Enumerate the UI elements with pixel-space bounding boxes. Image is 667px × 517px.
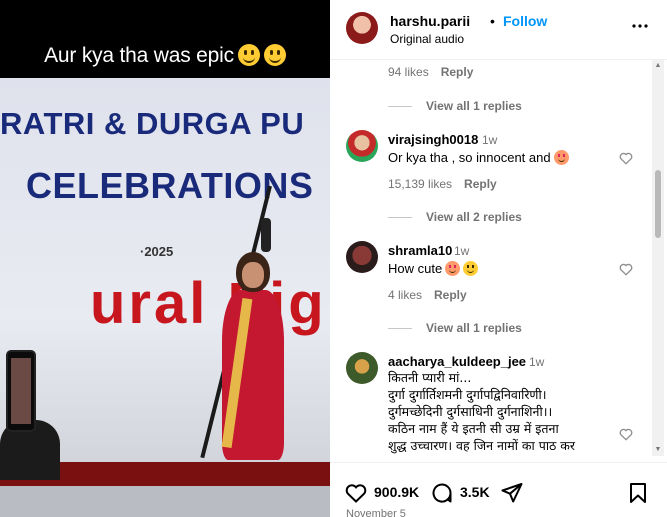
video-caption: Aur kya tha was epic — [0, 44, 330, 68]
performer-face — [242, 262, 264, 288]
commenter-avatar[interactable] — [346, 130, 378, 162]
comment-count[interactable]: 3.5K — [460, 484, 490, 500]
reply-button[interactable]: Reply — [464, 177, 497, 191]
heart-eyes-emoji-icon — [553, 150, 569, 165]
comment-time[interactable]: 1w — [454, 244, 469, 258]
replies-line — [388, 328, 412, 330]
scrollbar-thumb[interactable] — [655, 170, 661, 238]
comment-line: दुर्गमच्छेदिनी दुर्गसाधिनी दुर्गनाशिनी।। — [388, 404, 553, 419]
performer-girl — [214, 250, 292, 465]
like-comment-heart-icon[interactable] — [618, 261, 634, 277]
post-header: harshu.parii • Follow Original audio — [330, 0, 667, 60]
comment-body: How cute — [388, 261, 443, 276]
share-icon[interactable] — [500, 481, 524, 505]
commenter-username[interactable]: virajsingh0018 — [388, 132, 478, 147]
comment-time[interactable]: 1w — [529, 355, 544, 369]
scroll-down-arrow-icon[interactable]: ▼ — [652, 446, 664, 456]
commenter-username[interactable]: aacharya_kuldeep_jee — [388, 354, 526, 369]
comment-icon[interactable] — [430, 481, 454, 505]
laughing-emoji-icon — [463, 261, 479, 276]
view-replies-label: View all 2 replies — [426, 210, 522, 224]
phone-screen — [11, 358, 31, 424]
view-replies-button[interactable]: View all 2 replies — [388, 210, 522, 224]
comment-line: दुर्गा दुर्गार्तिशमनी दुर्गापद्विनिवारिण… — [388, 387, 547, 402]
commenter-avatar[interactable] — [346, 352, 378, 384]
comment-line: कठिन नाम हैं ये इतनी सी उम्र में इतना — [388, 421, 559, 436]
reel-video[interactable]: Aur kya tha was epic RATRI & DURGA PU CE… — [0, 0, 330, 517]
reply-button[interactable]: Reply — [441, 65, 474, 79]
video-caption-text: Aur kya tha was epic — [44, 44, 234, 67]
like-count[interactable]: 900.9K — [374, 484, 419, 500]
comment-line: शुद्ध उच्चारण। वह जिन नामों का पाठ कर — [388, 438, 576, 453]
banner-year: ·2025 — [140, 244, 174, 259]
comment-likes[interactable]: 15,139 likes — [388, 177, 452, 191]
view-replies-label: View all 1 replies — [426, 99, 522, 113]
like-comment-heart-icon[interactable] — [618, 150, 634, 166]
heart-eyes-emoji-icon — [445, 261, 461, 276]
comment-text: कितनी प्यारी मां... दुर्गा दुर्गार्तिशमन… — [388, 369, 618, 454]
author-avatar[interactable] — [346, 12, 378, 44]
comment-text: Or kya tha , so innocent and — [388, 149, 569, 166]
replies-line — [388, 217, 412, 219]
smile-emoji-icon — [237, 44, 260, 66]
comments-list: 94 likes Reply View all 1 replies virajsi… — [330, 60, 667, 456]
microphone — [261, 218, 271, 252]
comment-likes[interactable]: 4 likes — [388, 288, 422, 302]
view-replies-label: View all 1 replies — [426, 321, 522, 335]
post-side-panel: harshu.parii • Follow Original audio 94 … — [330, 0, 667, 517]
laughing-emoji-icon — [263, 44, 286, 66]
more-options-icon[interactable] — [628, 14, 652, 38]
follow-button[interactable]: Follow — [503, 13, 547, 29]
author-username[interactable]: harshu.parii — [390, 13, 470, 29]
comment-likes[interactable]: 94 likes — [388, 65, 429, 79]
comment-meta: 15,139 likes Reply — [388, 177, 497, 191]
like-comment-heart-icon[interactable] — [618, 426, 634, 442]
comment-body: Or kya tha , so innocent and — [388, 150, 551, 165]
stage-floor-grey — [0, 486, 330, 517]
comment-text: How cute — [388, 260, 479, 277]
commenter-username[interactable]: shramla10 — [388, 243, 452, 258]
replies-line — [388, 106, 412, 108]
original-audio-link[interactable]: Original audio — [390, 32, 464, 46]
scroll-up-arrow-icon[interactable]: ▲ — [652, 62, 664, 72]
comment-meta: 4 likes Reply — [388, 288, 467, 302]
comment-time[interactable]: 1w — [482, 133, 497, 147]
post-date[interactable]: November 5 — [346, 508, 406, 517]
view-replies-button[interactable]: View all 1 replies — [388, 99, 522, 113]
bookmark-icon[interactable] — [626, 481, 650, 505]
comment-meta: 94 likes Reply — [388, 65, 473, 79]
audience-phone — [6, 350, 36, 432]
heart-icon[interactable] — [344, 481, 368, 505]
banner-text-line1: RATRI & DURGA PU — [0, 106, 305, 141]
header-separator: • — [490, 13, 495, 29]
commenter-avatar[interactable] — [346, 241, 378, 273]
comment-line: कितनी प्यारी मां... — [388, 370, 472, 385]
comments-scrollbar[interactable] — [652, 60, 664, 456]
view-replies-button[interactable]: View all 1 replies — [388, 321, 522, 335]
reply-button[interactable]: Reply — [434, 288, 467, 302]
